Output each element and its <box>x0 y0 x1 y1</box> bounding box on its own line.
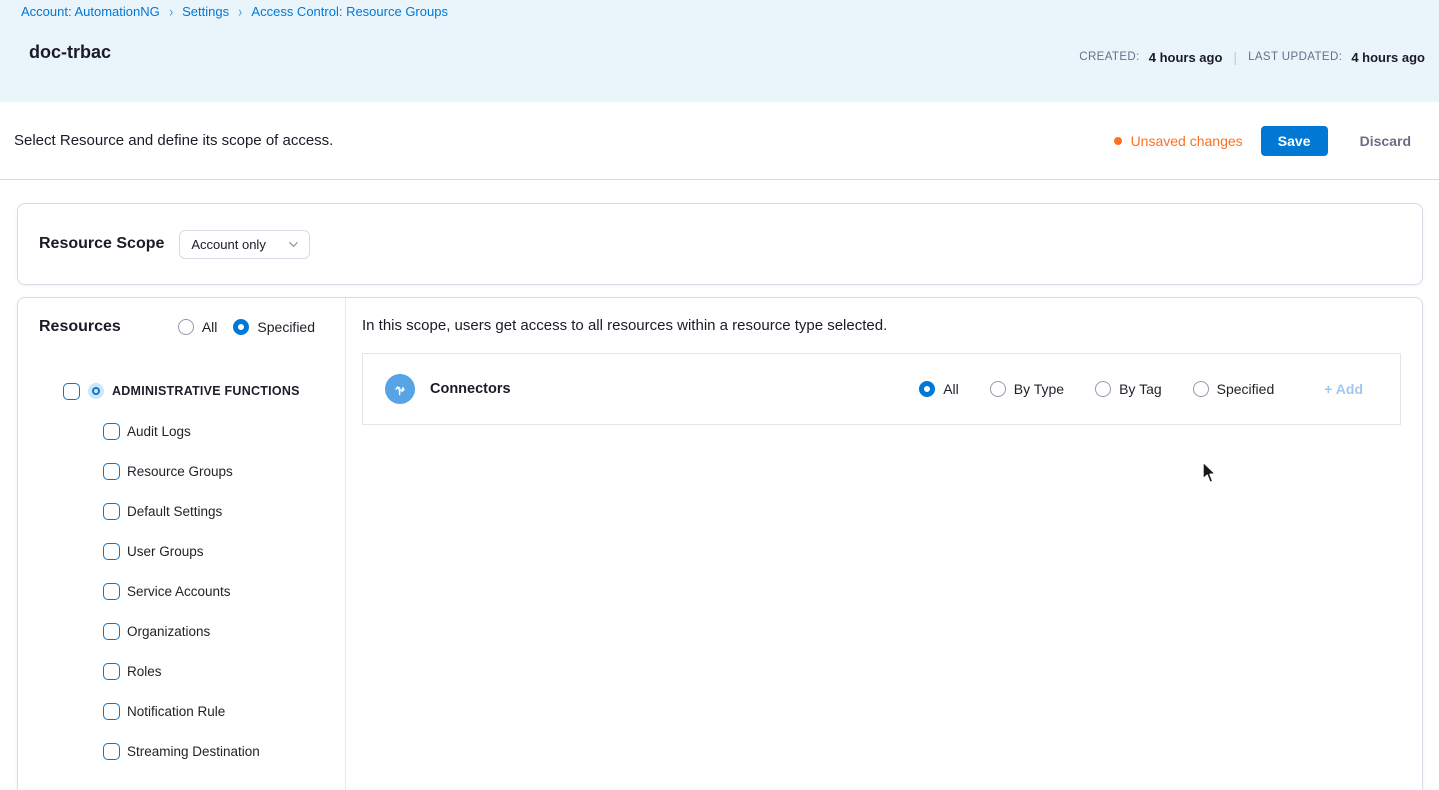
add-resources-link[interactable]: + Add <box>1324 381 1363 397</box>
connectors-scope-option[interactable]: All <box>919 381 959 397</box>
item-checkbox[interactable] <box>103 663 120 680</box>
group-label: ADMINISTRATIVE FUNCTIONS <box>112 384 300 398</box>
resource-type-item[interactable]: Notification Rule <box>18 691 345 731</box>
meta-divider: | <box>1231 49 1239 65</box>
resources-card: Resources All Specified <box>17 297 1423 790</box>
last-updated-label: LAST UPDATED: <box>1248 51 1342 63</box>
item-label: Roles <box>127 664 162 679</box>
resources-mode-option[interactable]: All <box>178 319 218 335</box>
connectors-scope-option[interactable]: Specified <box>1193 381 1275 397</box>
item-label: Default Settings <box>127 504 222 519</box>
resource-type-item[interactable]: Resource Groups <box>18 451 345 491</box>
save-button[interactable]: Save <box>1261 126 1328 156</box>
chevron-right-icon: › <box>169 3 173 20</box>
item-label: User Groups <box>127 544 204 559</box>
radio-option-label[interactable]: By Type <box>1014 381 1064 397</box>
radio-icon[interactable] <box>1193 381 1209 397</box>
item-label: Organizations <box>127 624 210 639</box>
scope-main-panel: In this scope, users get access to all r… <box>346 298 1422 790</box>
page-title: doc-trbac <box>29 42 111 63</box>
item-label: Streaming Destination <box>127 744 260 759</box>
circle-dot-icon <box>88 383 104 399</box>
unsaved-dot-icon <box>1114 137 1122 145</box>
radio-option-label[interactable]: Specified <box>257 319 315 335</box>
breadcrumb: Account: AutomationNG › Settings › Acces… <box>21 4 448 19</box>
radio-option-label[interactable]: All <box>202 319 218 335</box>
discard-button[interactable]: Discard <box>1360 133 1411 149</box>
item-checkbox[interactable] <box>103 623 120 640</box>
resource-type-item[interactable]: User Groups <box>18 531 345 571</box>
chevron-down-icon <box>288 239 299 250</box>
page-header: Account: AutomationNG › Settings › Acces… <box>0 0 1439 102</box>
connectors-scope-option[interactable]: By Type <box>990 381 1064 397</box>
item-checkbox[interactable] <box>103 583 120 600</box>
resource-type-item[interactable]: Roles <box>18 651 345 691</box>
radio-option-label[interactable]: All <box>943 381 959 397</box>
breadcrumb-account-link[interactable]: Account: AutomationNG <box>21 4 160 19</box>
created-value: 4 hours ago <box>1149 50 1223 65</box>
resource-type-item[interactable]: Streaming Destination <box>18 731 345 771</box>
resource-type-tree: ADMINISTRATIVE FUNCTIONS Audit Logs Reso… <box>18 371 345 771</box>
chevron-right-icon: › <box>238 3 242 20</box>
radio-option-label[interactable]: Specified <box>1217 381 1275 397</box>
resource-type-item[interactable]: Audit Logs <box>18 411 345 451</box>
unsaved-changes-label: Unsaved changes <box>1131 133 1243 149</box>
resources-title: Resources <box>39 318 121 336</box>
created-label: CREATED: <box>1079 51 1140 63</box>
toolbar-actions: Unsaved changes Save Discard <box>1114 126 1411 156</box>
resource-type-item[interactable]: Organizations <box>18 611 345 651</box>
connectors-icon <box>385 374 415 404</box>
resources-sidebar: Resources All Specified <box>18 298 346 790</box>
scope-description: In this scope, users get access to all r… <box>362 317 887 334</box>
resource-scope-card: Resource Scope Account only <box>17 203 1423 285</box>
breadcrumb-settings-link[interactable]: Settings <box>182 4 229 19</box>
item-checkbox[interactable] <box>103 743 120 760</box>
header-meta: CREATED: 4 hours ago | LAST UPDATED: 4 h… <box>1079 49 1425 65</box>
resource-group-administrative-functions[interactable]: ADMINISTRATIVE FUNCTIONS <box>18 371 345 411</box>
radio-icon[interactable] <box>233 319 249 335</box>
action-toolbar: Select Resource and define its scope of … <box>0 102 1439 180</box>
radio-icon[interactable] <box>1095 381 1111 397</box>
resource-type-list: Audit Logs Resource Groups Default Setti… <box>18 411 345 771</box>
radio-icon[interactable] <box>919 381 935 397</box>
toolbar-description: Select Resource and define its scope of … <box>14 132 333 149</box>
resources-mode-option[interactable]: Specified <box>233 319 315 335</box>
item-checkbox[interactable] <box>103 503 120 520</box>
resource-scope-label: Resource Scope <box>39 235 164 253</box>
resource-type-item[interactable]: Service Accounts <box>18 571 345 611</box>
last-updated-value: 4 hours ago <box>1351 50 1425 65</box>
resources-panel-header: Resources All Specified <box>39 318 315 336</box>
breadcrumb-access-control-link[interactable]: Access Control: Resource Groups <box>251 4 448 19</box>
connectors-scope-radio-group: All By Type By Tag Specified <box>919 381 1274 397</box>
radio-icon[interactable] <box>990 381 1006 397</box>
item-checkbox[interactable] <box>103 543 120 560</box>
radio-icon[interactable] <box>178 319 194 335</box>
resource-type-item[interactable]: Default Settings <box>18 491 345 531</box>
item-checkbox[interactable] <box>103 703 120 720</box>
resource-scope-select[interactable]: Account only <box>179 230 310 259</box>
radio-option-label[interactable]: By Tag <box>1119 381 1162 397</box>
resource-row-name: Connectors <box>430 381 511 397</box>
item-label: Resource Groups <box>127 464 233 479</box>
unsaved-changes-indicator: Unsaved changes <box>1114 133 1243 149</box>
resources-mode-radio-group: All Specified <box>178 319 315 335</box>
resource-scope-selected-value: Account only <box>191 237 265 252</box>
connectors-scope-option[interactable]: By Tag <box>1095 381 1162 397</box>
item-checkbox[interactable] <box>103 463 120 480</box>
item-checkbox[interactable] <box>103 423 120 440</box>
item-label: Audit Logs <box>127 424 191 439</box>
item-label: Service Accounts <box>127 584 231 599</box>
group-checkbox[interactable] <box>63 383 80 400</box>
connectors-resource-row: Connectors All By Type By Tag <box>362 353 1401 425</box>
item-label: Notification Rule <box>127 704 225 719</box>
